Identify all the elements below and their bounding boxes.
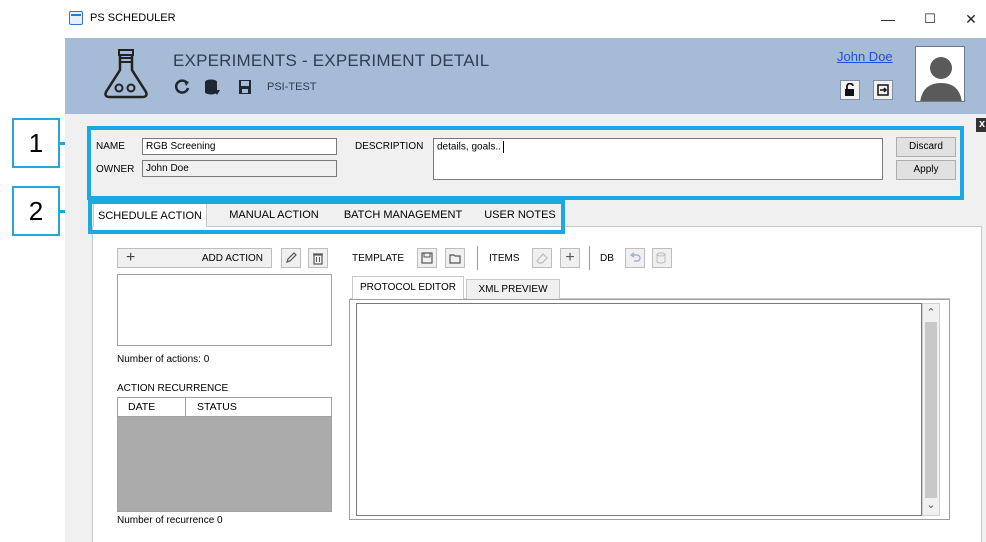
toolbar-separator xyxy=(477,246,478,270)
calendar-icon xyxy=(69,11,83,25)
callout-number-1: 1 xyxy=(12,118,60,168)
database-sync-icon[interactable] xyxy=(652,248,672,268)
tab-xml-preview[interactable]: XML PREVIEW xyxy=(466,279,560,299)
editor-scrollbar[interactable]: ⌃ ⌄ xyxy=(922,303,940,516)
save-icon[interactable] xyxy=(236,78,254,96)
title-bar: PS SCHEDULER — ☐ ✕ xyxy=(65,0,986,38)
actions-list[interactable] xyxy=(117,274,332,346)
column-header-status[interactable]: STATUS xyxy=(197,401,237,413)
environment-label: PSI-TEST xyxy=(267,81,317,93)
add-action-label: ADD ACTION xyxy=(201,253,263,264)
scroll-thumb[interactable] xyxy=(925,322,937,498)
callout-number-2: 2 xyxy=(12,186,60,236)
unlock-icon[interactable] xyxy=(840,80,860,100)
close-button[interactable]: ✕ xyxy=(956,8,986,30)
database-icon[interactable] xyxy=(203,78,221,96)
add-item-button[interactable]: + xyxy=(560,248,580,268)
window-title: PS SCHEDULER xyxy=(90,12,176,24)
template-open-icon[interactable] xyxy=(445,248,465,268)
logout-icon[interactable] xyxy=(873,80,893,100)
maximize-button[interactable]: ☐ xyxy=(915,8,945,30)
recurrence-table[interactable]: DATE STATUS xyxy=(117,397,332,512)
refresh-icon[interactable] xyxy=(173,78,191,96)
template-save-icon[interactable] xyxy=(417,248,437,268)
scroll-up-arrow[interactable]: ⌃ xyxy=(923,304,939,320)
editor-text-area[interactable] xyxy=(356,303,922,516)
recurrence-count-label: Number of recurrence 0 xyxy=(117,515,223,526)
callout-box-2 xyxy=(88,200,565,234)
eraser-icon[interactable] xyxy=(532,248,552,268)
avatar[interactable] xyxy=(915,46,965,102)
flask-icon xyxy=(104,49,148,99)
items-label: ITEMS xyxy=(489,253,520,264)
plus-icon: + xyxy=(126,249,136,266)
panel-close-icon[interactable]: x xyxy=(976,118,986,132)
edit-icon[interactable] xyxy=(281,248,301,268)
delete-icon[interactable] xyxy=(308,248,328,268)
app-window: PS SCHEDULER — ☐ ✕ EXPERIMENTS - EXPERIM… xyxy=(65,0,986,542)
header-band: EXPERIMENTS - EXPERIMENT DETAIL PSI-TEST… xyxy=(65,38,986,114)
column-header-date[interactable]: DATE xyxy=(128,401,155,413)
callout-box-1 xyxy=(87,126,964,200)
scroll-down-arrow[interactable]: ⌄ xyxy=(923,499,939,515)
tab-protocol-editor[interactable]: PROTOCOL EDITOR xyxy=(352,276,464,299)
column-divider xyxy=(185,398,186,416)
add-action-button[interactable]: + ADD ACTION xyxy=(117,248,272,268)
page-title: EXPERIMENTS - EXPERIMENT DETAIL xyxy=(173,51,490,70)
actions-count-label: Number of actions: 0 xyxy=(117,354,210,365)
recurrence-table-header: DATE STATUS xyxy=(118,398,331,417)
user-name-link[interactable]: John Doe xyxy=(837,49,893,64)
template-label: TEMPLATE xyxy=(352,253,405,264)
minimize-button[interactable]: — xyxy=(873,8,903,30)
db-label: DB xyxy=(600,253,614,264)
recurrence-title: ACTION RECURRENCE xyxy=(117,383,229,394)
undo-icon[interactable] xyxy=(625,248,645,268)
toolbar-separator xyxy=(589,246,590,270)
